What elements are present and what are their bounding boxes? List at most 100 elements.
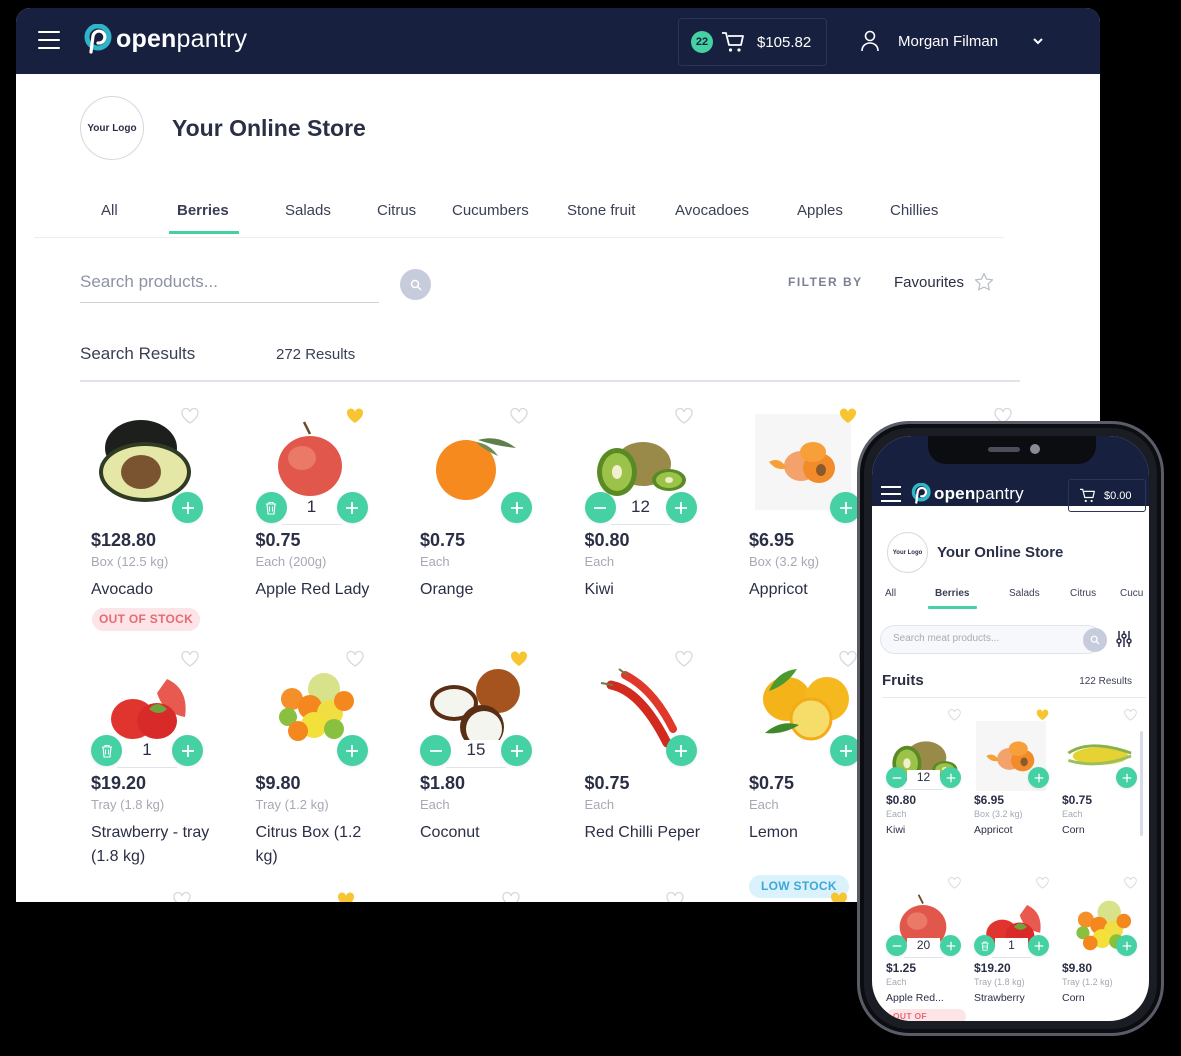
product-name[interactable]: Appricot [749,578,869,602]
product-name[interactable]: Kiwi [886,822,966,838]
product-name[interactable]: Appricot [974,822,1054,838]
search-input[interactable] [893,633,1063,644]
product-card[interactable]: $0.75 Each Lemon LOW STOCK [749,651,869,898]
heart-icon[interactable] [345,651,364,667]
heart-icon[interactable] [674,408,693,424]
product-card[interactable]: 12 $0.80 Each Kiwi [886,709,966,859]
menu-icon[interactable] [881,486,901,502]
user-menu[interactable]: Morgan Filman [860,30,1044,52]
cart-button[interactable]: $0.00 [1068,479,1146,512]
favourites-filter[interactable]: Favourites [894,272,994,292]
search-button[interactable] [400,269,431,300]
product-card[interactable]: $6.95 Box (3.2 kg) Appricot [974,709,1054,859]
product-name[interactable]: Corn [1062,822,1142,838]
product-card[interactable]: $9.80 Tray (1.2 kg) Citrus Box (1.2 kg) [256,651,376,881]
increment-button[interactable] [172,735,203,766]
add-to-cart-button[interactable] [336,735,368,766]
add-to-cart-button[interactable] [1116,767,1137,788]
add-to-cart-button[interactable] [1116,935,1137,956]
chevron-down-icon[interactable] [1032,37,1044,45]
remove-button[interactable] [91,735,122,766]
heart-icon[interactable] [674,651,693,667]
increment-button[interactable] [336,492,368,523]
heart-filled-icon[interactable] [1036,709,1049,721]
product-name[interactable]: Apple Red... [886,990,966,1006]
add-to-cart-button[interactable] [501,492,532,523]
product-card[interactable]: $0.75 Each Corn [1062,709,1142,859]
tab-cucumbers[interactable]: Cucumbers [452,202,529,233]
search-button[interactable] [1083,628,1107,652]
increment-button[interactable] [501,735,532,766]
heart-filled-icon[interactable] [510,651,528,667]
increment-button[interactable] [1028,935,1049,956]
decrement-button[interactable] [886,767,907,788]
heart-icon[interactable] [948,709,961,721]
menu-icon[interactable] [38,31,60,49]
filter-sliders-icon[interactable] [1116,630,1132,648]
product-name[interactable]: Kiwi [585,578,705,602]
product-name[interactable]: Corn [1062,990,1142,1006]
product-name[interactable]: Orange [420,578,540,602]
product-name[interactable]: Strawberry - tray (1.8 kg) [91,821,211,869]
product-card[interactable]: 1 $19.20 Tray (1.8 kg) Strawberry [974,877,1054,1021]
tab-apples[interactable]: Apples [797,202,843,233]
product-name[interactable]: Coconut [420,821,540,845]
heart-icon[interactable] [173,892,191,902]
product-name[interactable]: Red Chilli Peper [585,821,705,845]
quantity-value[interactable]: 1 [122,740,172,760]
tab-berries[interactable]: Berries [927,588,979,609]
heart-icon[interactable] [839,651,857,667]
quantity-value[interactable]: 12 [907,770,940,784]
product-name[interactable]: Citrus Box (1.2 kg) [256,821,376,869]
quantity-value[interactable]: 12 [615,497,666,517]
decrement-button[interactable] [420,735,451,766]
product-card[interactable]: 20 $1.25 Each Apple Red... OUT OF STOCK [886,877,966,1021]
heart-filled-icon[interactable] [346,408,364,424]
increment-button[interactable] [940,935,961,956]
decrement-button[interactable] [584,492,616,523]
brand-logo[interactable]: openpantry [82,24,247,54]
heart-icon[interactable] [1124,709,1137,721]
heart-icon[interactable] [666,892,684,902]
heart-icon[interactable] [502,892,520,902]
add-to-cart-button[interactable] [1028,767,1049,788]
heart-filled-icon[interactable] [337,892,355,902]
quantity-value[interactable]: 1 [995,938,1028,952]
quantity-value[interactable]: 20 [907,938,940,952]
cart-button[interactable]: 22 $105.82 [678,18,827,66]
product-card[interactable]: $128.80 Box (12.5 kg) Avocado OUT OF STOCK [91,408,211,638]
brand-logo[interactable]: openpantry [910,483,1024,504]
product-name[interactable]: Strawberry [974,990,1054,1006]
increment-button[interactable] [665,492,697,523]
remove-button[interactable] [255,492,287,523]
quantity-value[interactable]: 15 [451,740,501,760]
product-card[interactable]: 1 $19.20 Tray (1.8 kg) Strawberry - tray (… [91,651,211,881]
decrement-button[interactable] [886,935,907,956]
heart-icon[interactable] [510,408,528,424]
heart-icon[interactable] [1036,877,1049,889]
tab-all[interactable]: All [885,588,896,599]
add-to-cart-button[interactable] [665,735,697,766]
increment-button[interactable] [940,767,961,788]
tab-salads[interactable]: Salads [1009,588,1040,599]
tab-cucumbers[interactable]: Cucu [1120,588,1143,599]
heart-icon[interactable] [948,877,961,889]
product-card[interactable]: 15 $1.80 Each Coconut [420,651,540,881]
heart-icon[interactable] [181,651,199,667]
tab-citrus[interactable]: Citrus [1070,588,1096,599]
heart-icon[interactable] [181,408,199,424]
product-name[interactable]: Avocado [91,578,211,602]
heart-filled-icon[interactable] [830,892,848,902]
remove-button[interactable] [974,935,995,956]
quantity-value[interactable]: 1 [286,497,337,517]
tab-stone-fruit[interactable]: Stone fruit [567,202,635,233]
tab-citrus[interactable]: Citrus [377,202,416,233]
product-card[interactable]: $9.80 Tray (1.2 kg) Corn [1062,877,1142,1021]
product-card[interactable]: $0.75 Each Red Chilli Peper [585,651,705,881]
add-to-cart-button[interactable] [172,492,203,523]
tab-avocadoes[interactable]: Avocadoes [675,202,749,233]
tab-berries[interactable]: Berries [169,202,239,234]
heart-icon[interactable] [1124,877,1137,889]
tab-all[interactable]: All [101,202,118,233]
heart-filled-icon[interactable] [839,408,857,424]
